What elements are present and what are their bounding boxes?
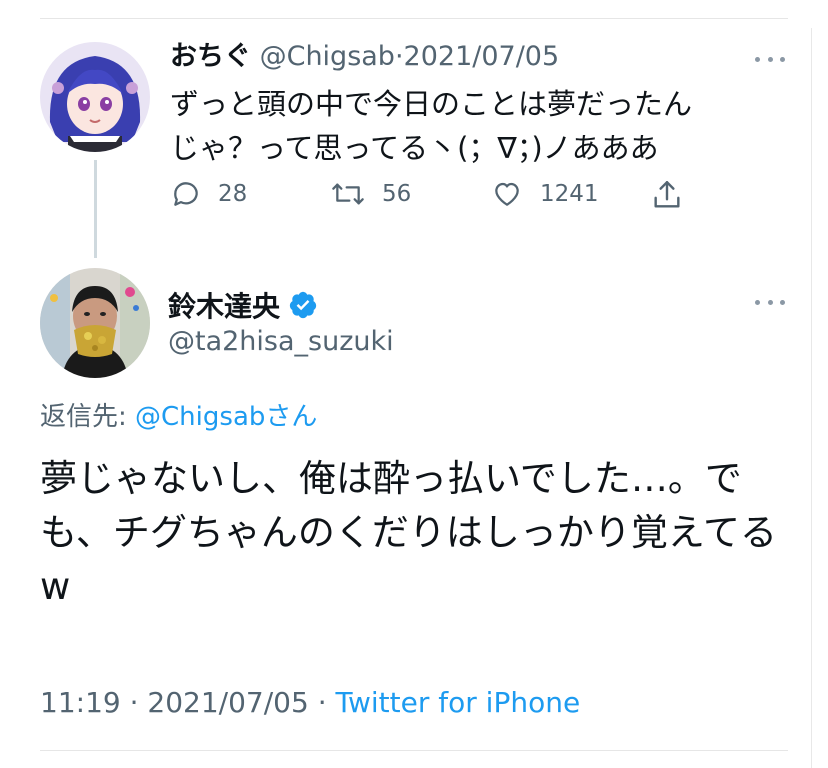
main-time-separator-1: ·: [129, 686, 139, 719]
reply-bubble-icon: [174, 182, 198, 206]
heart-icon: [495, 182, 519, 206]
like-button[interactable]: 1241: [490, 178, 599, 210]
right-edge-divider: [811, 28, 812, 768]
reply-more-icon[interactable]: [755, 54, 785, 64]
reply-to-line: 返信先: @Chigsabさん: [40, 396, 317, 433]
main-time-separator-2: ·: [317, 686, 327, 719]
main-name-row: 鈴木達央: [168, 285, 318, 325]
reply-date[interactable]: 2021/07/05: [404, 41, 560, 72]
thread-connector-line: [94, 160, 97, 258]
reply-count: 28: [218, 181, 248, 207]
main-display-name[interactable]: 鈴木達央: [168, 285, 280, 325]
verified-badge-icon: [289, 291, 317, 319]
retweet-icon: [332, 183, 364, 205]
reply-button[interactable]: 28: [170, 178, 247, 210]
retweet-count: 56: [382, 181, 412, 207]
reply-handle[interactable]: @Chigsab: [260, 41, 395, 72]
main-date[interactable]: 2021/07/05: [147, 686, 308, 719]
main-more-icon[interactable]: [755, 297, 785, 307]
share-icon: [654, 181, 680, 208]
main-handle[interactable]: @ta2hisa_suzuki: [168, 326, 394, 357]
reply-display-name[interactable]: おちぐ: [170, 41, 251, 72]
avatar-suzuki[interactable]: [40, 268, 150, 378]
reply-action-bar: 28 56 1241: [170, 178, 690, 222]
retweet-button[interactable]: 56: [330, 178, 411, 210]
reply-meta-separator: ·: [394, 41, 404, 72]
share-button[interactable]: [650, 178, 700, 212]
like-count: 1241: [540, 181, 599, 207]
main-timestamp-row: 11:19 · 2021/07/05 · Twitter for iPhone: [40, 686, 580, 719]
reply-to-mention[interactable]: @Chigsabさん: [135, 402, 317, 432]
reply-to-label: 返信先:: [40, 402, 127, 432]
bottom-divider: [40, 750, 788, 751]
avatar-ochigu[interactable]: [40, 42, 150, 152]
main-tweet-text: 夢じゃないし、俺は酔っ払いでした…。でも、チグちゃんのくだりはしっかり覚えてるw: [40, 457, 778, 608]
main-time[interactable]: 11:19: [40, 686, 121, 719]
tweet-source-link[interactable]: Twitter for iPhone: [336, 686, 581, 719]
reply-tweet-header: おちぐ @Chigsab·2021/07/05: [170, 40, 559, 74]
reply-tweet-text: ずっと頭の中で今日のことは夢だったんじゃ？って思ってる丶(；∇；)ノあああ: [170, 87, 693, 165]
top-divider: [40, 18, 788, 19]
